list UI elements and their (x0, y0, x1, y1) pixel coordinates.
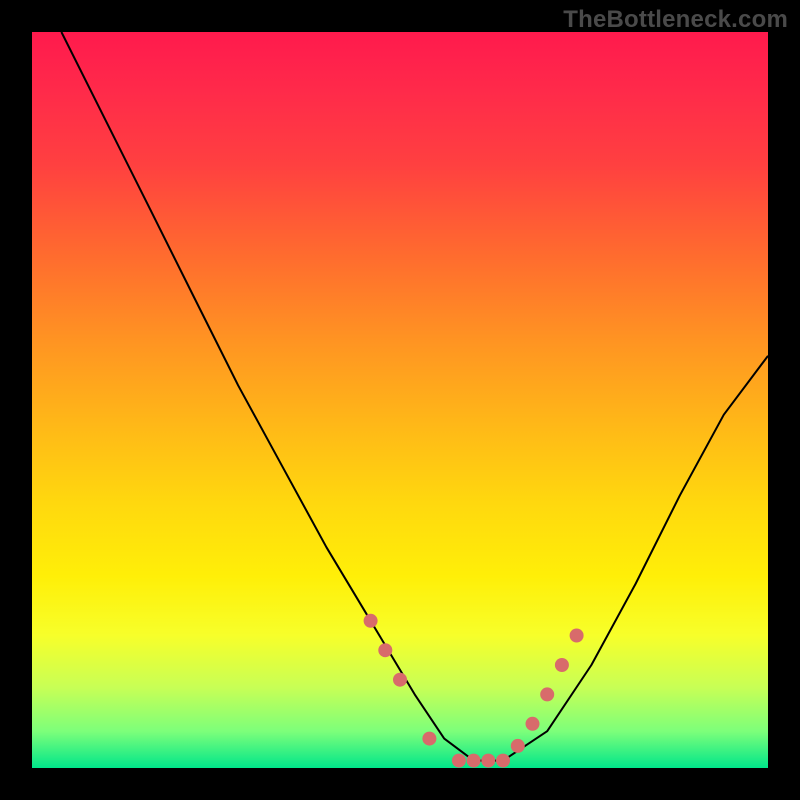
watermark-text: TheBottleneck.com (563, 6, 788, 34)
chart-frame: TheBottleneck.com (0, 0, 800, 800)
chart-svg (32, 32, 768, 768)
chart-plot-area (32, 32, 768, 768)
bottleneck-curve (61, 32, 768, 761)
highlight-dots (364, 614, 584, 768)
